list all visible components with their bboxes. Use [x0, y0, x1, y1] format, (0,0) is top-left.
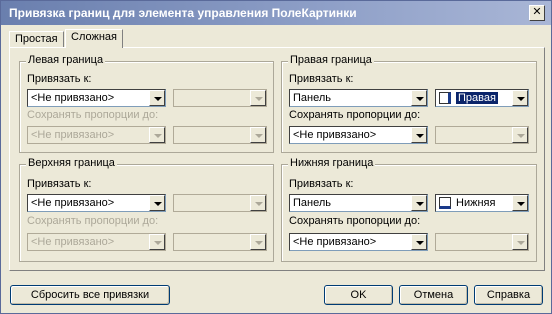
right-edge-icon	[439, 92, 451, 104]
chevron-down-icon[interactable]	[149, 90, 165, 106]
top-keep-select: <Не привязано>	[27, 233, 166, 251]
left-side-select	[173, 89, 267, 107]
chevron-down-icon[interactable]	[512, 90, 528, 106]
right-side-select[interactable]: Правая	[435, 89, 529, 107]
chevron-down-icon[interactable]	[411, 90, 427, 106]
bottom-edge-icon	[439, 197, 451, 209]
cancel-button[interactable]: Отмена	[399, 285, 468, 305]
right-bind-select[interactable]: Панель	[289, 89, 428, 107]
top-keep-side-select	[173, 233, 267, 251]
bind-to-label: Привязать к:	[289, 178, 354, 190]
close-icon[interactable]: ✕	[529, 5, 545, 21]
left-bind-select[interactable]: <Не привязано>	[27, 89, 166, 107]
title-bar[interactable]: Привязка границ для элемента управления …	[1, 1, 551, 25]
top-side-select	[173, 194, 267, 212]
reset-bindings-button[interactable]: Сбросить все привязки	[10, 285, 170, 305]
keep-proportions-label: Сохранять пропорции до:	[289, 215, 421, 227]
right-keep-select[interactable]: <Не привязано>	[289, 126, 428, 144]
keep-proportions-label: Сохранять пропорции до:	[27, 215, 159, 227]
bind-to-label: Привязать к:	[27, 73, 92, 85]
chevron-down-icon	[149, 234, 165, 250]
ok-button[interactable]: OK	[324, 285, 393, 305]
bottom-keep-side-select	[435, 233, 529, 251]
right-keep-side-select	[435, 126, 529, 144]
keep-proportions-label: Сохранять пропорции до:	[289, 109, 421, 121]
chevron-down-icon[interactable]	[411, 127, 427, 143]
dialog-window: Привязка границ для элемента управления …	[0, 0, 552, 314]
chevron-down-icon	[250, 127, 266, 143]
group-caption: Нижняя граница	[288, 157, 376, 169]
bind-to-label: Привязать к:	[27, 178, 92, 190]
help-button[interactable]: Справка	[474, 285, 543, 305]
left-keep-select: <Не привязано>	[27, 126, 166, 144]
group-caption: Верхняя граница	[26, 157, 117, 169]
left-keep-side-select	[173, 126, 267, 144]
bottom-bind-select[interactable]: Панель	[289, 194, 428, 212]
tab-complex[interactable]: Сложная	[65, 29, 123, 48]
chevron-down-icon[interactable]	[411, 234, 427, 250]
tab-simple[interactable]: Простая	[9, 31, 64, 47]
chevron-down-icon[interactable]	[512, 195, 528, 211]
chevron-down-icon[interactable]	[149, 195, 165, 211]
chevron-down-icon	[250, 90, 266, 106]
bind-to-label: Привязать к:	[289, 73, 354, 85]
window-title: Привязка границ для элемента управления …	[9, 6, 357, 20]
top-bind-select[interactable]: <Не привязано>	[27, 194, 166, 212]
chevron-down-icon[interactable]	[411, 195, 427, 211]
chevron-down-icon	[250, 234, 266, 250]
group-caption: Левая граница	[26, 54, 106, 66]
bottom-keep-select[interactable]: <Не привязано>	[289, 233, 428, 251]
group-caption: Правая граница	[288, 54, 374, 66]
keep-proportions-label: Сохранять пропорции до:	[27, 109, 159, 121]
chevron-down-icon	[250, 195, 266, 211]
bottom-side-select[interactable]: Нижняя	[435, 194, 529, 212]
chevron-down-icon	[512, 234, 528, 250]
chevron-down-icon	[149, 127, 165, 143]
chevron-down-icon	[512, 127, 528, 143]
